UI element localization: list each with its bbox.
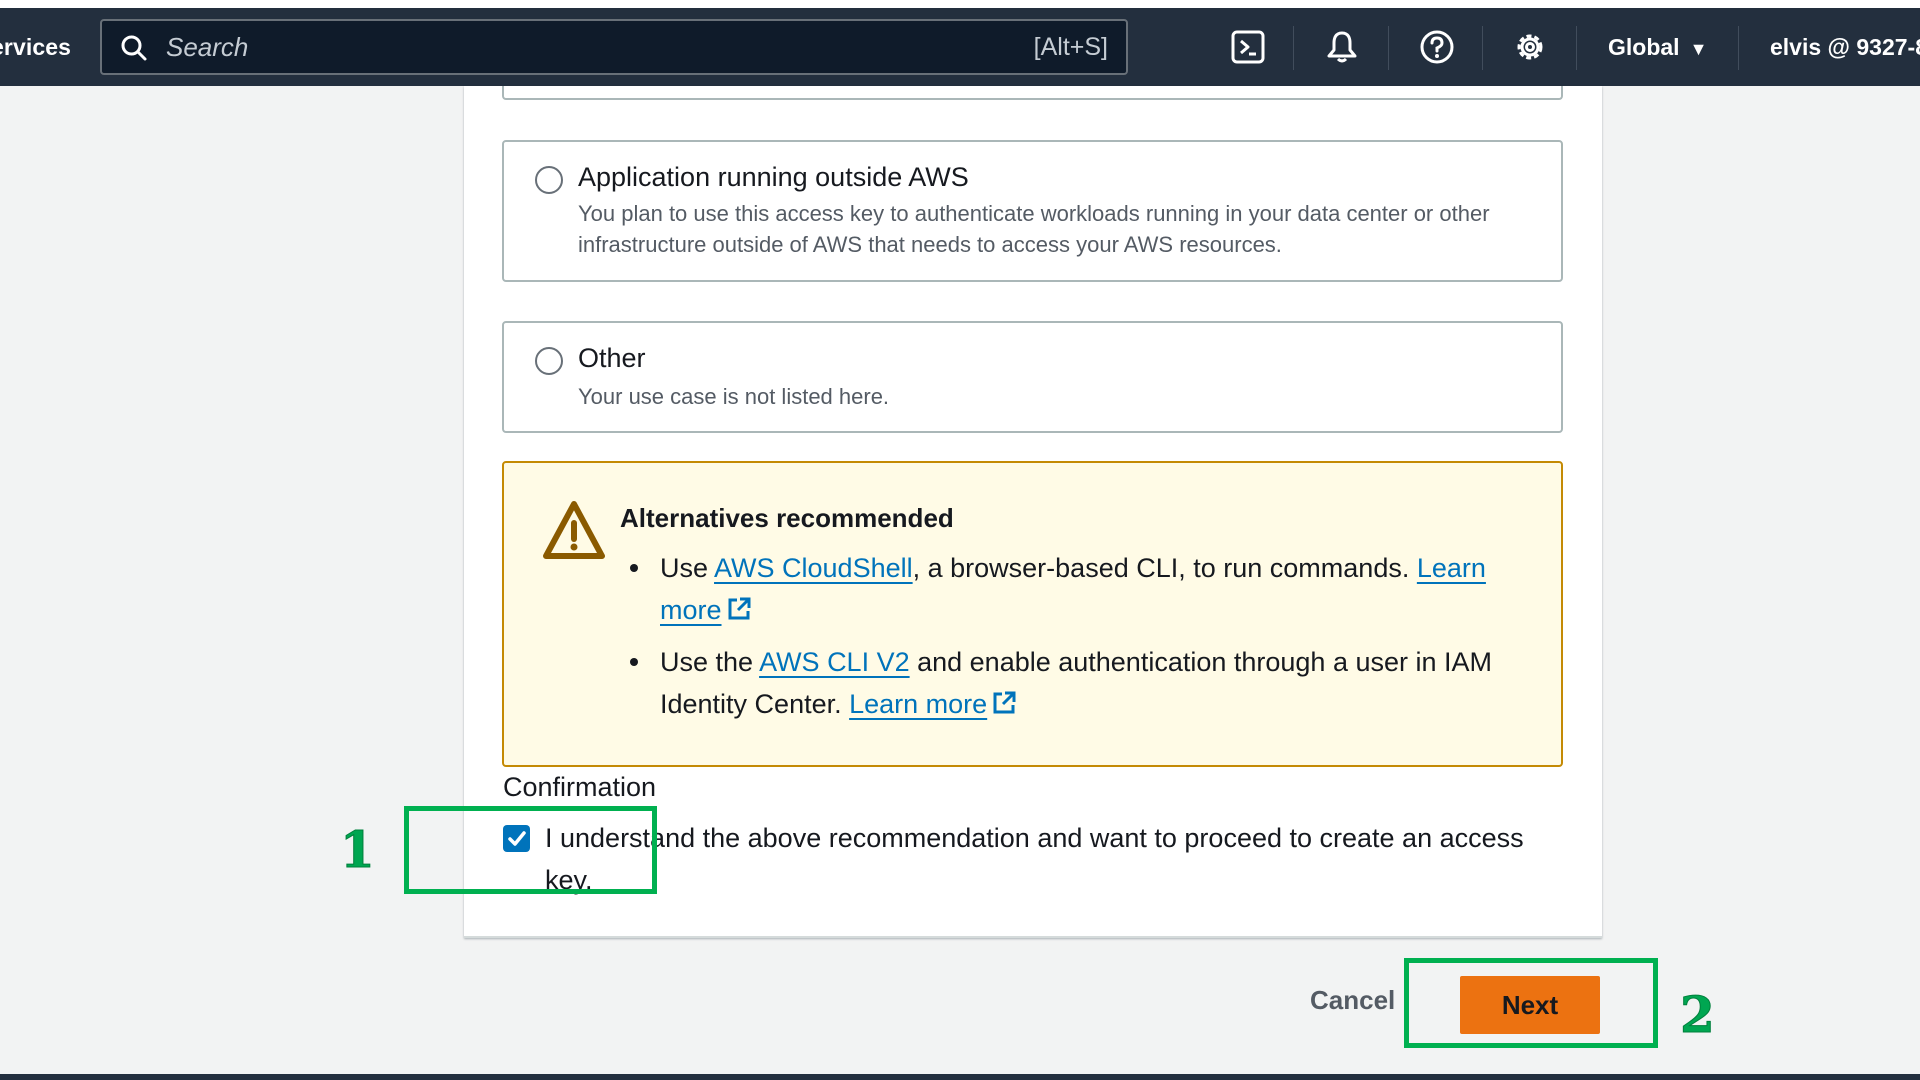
top-strip xyxy=(0,0,1920,8)
option-title: Application running outside AWS xyxy=(578,162,969,192)
alert-item-cloudshell: Use AWS CloudShell, a browser-based CLI,… xyxy=(630,547,1520,631)
option-card-partial[interactable] xyxy=(502,86,1563,100)
bell-icon[interactable] xyxy=(1323,28,1361,66)
alert-title: Alternatives recommended xyxy=(620,503,954,533)
radio-outside-aws[interactable] xyxy=(535,166,563,194)
alternatives-alert: Alternatives recommended Use AWS CloudSh… xyxy=(502,461,1563,767)
bottom-bar xyxy=(0,1074,1920,1080)
nav-divider xyxy=(1293,26,1294,70)
region-label: Global xyxy=(1608,34,1680,60)
radio-other[interactable] xyxy=(535,347,563,375)
cancel-button[interactable]: Cancel xyxy=(1310,985,1395,1016)
annotation-box-step2 xyxy=(1404,958,1658,1048)
help-icon[interactable] xyxy=(1418,28,1456,66)
confirmation-text[interactable]: I understand the above recommendation an… xyxy=(545,817,1555,901)
option-title: Other xyxy=(578,343,646,373)
region-selector[interactable]: Global ▼ xyxy=(1608,8,1707,86)
top-navigation: ervices [Alt+S] Global▼ elvis @ 9327 xyxy=(0,8,1920,86)
aws-cli-v2-link[interactable]: AWS CLI V2 xyxy=(759,647,910,677)
services-menu[interactable]: ervices xyxy=(0,8,71,86)
confirmation-label: Confirmation xyxy=(503,772,657,802)
nav-divider xyxy=(1482,26,1483,70)
external-link-icon xyxy=(993,691,1016,714)
learn-more-label: Learn more xyxy=(849,689,988,719)
option-card-other[interactable]: Other Your use case is not listed here. xyxy=(502,321,1563,433)
external-link-icon xyxy=(728,597,751,620)
search-icon xyxy=(121,35,147,61)
cloudshell-link[interactable]: AWS CloudShell xyxy=(714,553,913,583)
option-card-outside-aws[interactable]: Application running outside AWS You plan… xyxy=(502,140,1563,282)
learn-more-link[interactable]: Learn more xyxy=(849,689,1017,719)
alert-list: Use AWS CloudShell, a browser-based CLI,… xyxy=(630,547,1520,735)
nav-divider xyxy=(1388,26,1389,70)
option-description: You plan to use this access key to authe… xyxy=(578,201,1490,257)
annotation-number-step2: 2 xyxy=(1680,985,1716,1045)
search-input[interactable] xyxy=(166,21,866,73)
nav-divider xyxy=(1738,26,1739,70)
option-description: Your use case is not listed here. xyxy=(578,384,890,409)
alert-text: , a browser-based CLI, to run commands. xyxy=(912,553,1417,583)
alert-text: Use the xyxy=(660,647,760,677)
alert-text: Use xyxy=(660,553,715,583)
caret-down-icon: ▼ xyxy=(1689,39,1708,59)
annotation-box-step1 xyxy=(404,806,657,894)
account-menu[interactable]: elvis @ 9327-8 xyxy=(1770,8,1920,86)
nav-divider xyxy=(1576,26,1577,70)
cloudshell-icon[interactable] xyxy=(1229,28,1267,66)
search-bar[interactable]: [Alt+S] xyxy=(100,19,1128,75)
warning-icon xyxy=(543,501,605,559)
search-shortcut-hint: [Alt+S] xyxy=(1033,33,1108,61)
settings-icon[interactable] xyxy=(1511,28,1549,66)
annotation-number-step1: 1 xyxy=(340,820,376,880)
alert-item-cli: Use the AWS CLI V2 and enable authentica… xyxy=(630,641,1520,725)
